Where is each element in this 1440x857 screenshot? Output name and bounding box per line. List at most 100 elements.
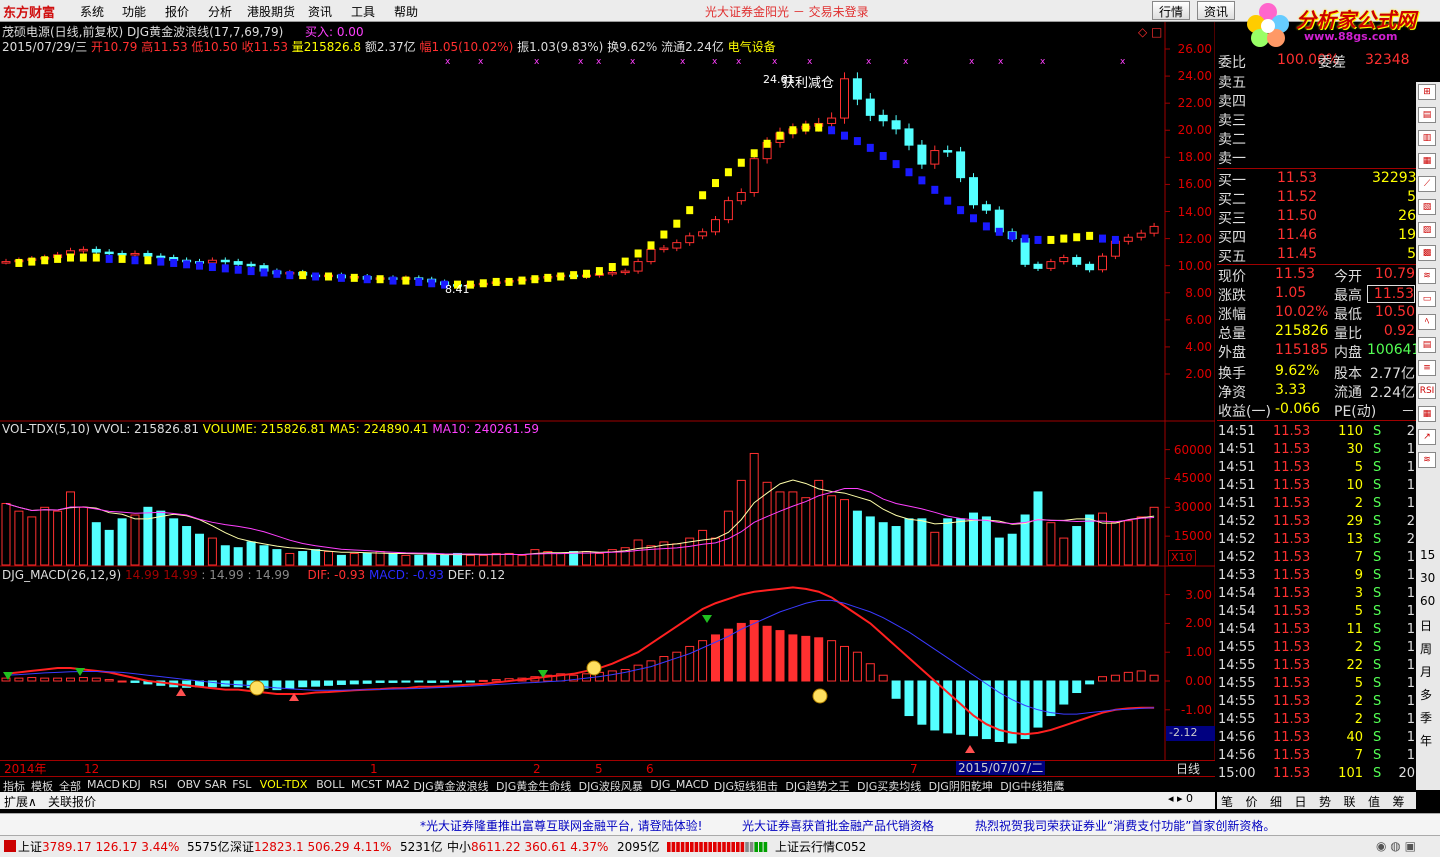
sh-label: 上证: [18, 840, 43, 854]
period-label[interactable]: 日线: [1176, 762, 1200, 776]
breadth-segment: [694, 842, 699, 852]
period-shortcut[interactable]: 日: [1420, 617, 1432, 634]
period-shortcut[interactable]: 年: [1420, 732, 1432, 749]
panel-tab[interactable]: 价: [1246, 793, 1258, 810]
tab-scroll-icon[interactable]: ◂ ▸ 0: [1168, 792, 1193, 805]
tick-volume: 29: [1346, 514, 1363, 529]
tick-time: 14:54: [1218, 622, 1256, 637]
tick-count: 1: [1406, 694, 1415, 709]
tick-side: S: [1373, 766, 1382, 781]
tool-icon[interactable]: ▨: [1418, 222, 1436, 238]
panel-tab[interactable]: 日: [1295, 793, 1307, 810]
macd-indicator-name: DJG_MACD(26,12,9): [2, 568, 122, 582]
panel-tab[interactable]: 细: [1270, 793, 1282, 810]
vol-volume: VOLUME: 215826.81: [202, 422, 326, 436]
tool-icon[interactable]: ▩: [1418, 245, 1436, 261]
indicator-tab[interactable]: SAR: [205, 778, 227, 791]
tool-icon[interactable]: ▥: [1418, 130, 1436, 146]
index-sz[interactable]: 深证12823.1 506.29 4.11%: [230, 840, 391, 854]
panel-tab[interactable]: 值: [1368, 793, 1380, 810]
index-sh[interactable]: 上证3789.17 126.17 3.44%: [18, 840, 179, 854]
panel-tab[interactable]: 筹: [1393, 793, 1405, 810]
news-ticker: *光大证券隆重推出富尊互联网金融平台, 请登陆体验! 光大证券喜获首批金融产品代…: [0, 813, 1440, 835]
price-axis-label: 4.00: [1185, 339, 1212, 354]
period-shortcut[interactable]: 季: [1420, 709, 1432, 726]
bid-row: 买三 11.50 26: [1217, 208, 1416, 227]
quote-label: 净资: [1218, 385, 1246, 401]
index-zx[interactable]: 中小8611.22 360.61 4.37%: [447, 840, 608, 854]
indicator-tab[interactable]: BOLL: [316, 778, 344, 791]
tool-icon[interactable]: ▤: [1418, 107, 1436, 123]
peak-price-label: 24.61: [763, 73, 795, 86]
ticker-msg-3[interactable]: 热烈祝贺我司荣获证券业“消费支付功能”首家创新资格。: [975, 817, 1275, 834]
status-icons[interactable]: ◉ ◍ ▣: [1376, 839, 1416, 853]
tool-icon[interactable]: ≋: [1418, 268, 1436, 284]
macd-axis-label: 3.00: [1185, 587, 1212, 602]
panel-tab[interactable]: 笔: [1221, 793, 1233, 810]
zx-value: 8611.22: [471, 840, 521, 854]
tick-time: 14:55: [1218, 694, 1256, 709]
ask-label: 卖四: [1218, 94, 1246, 110]
brand-text: 分析家公式网: [1296, 8, 1416, 32]
bid-label: 买三: [1218, 211, 1246, 227]
bid-price: 11.45: [1277, 246, 1318, 262]
quote-label: 最高: [1334, 288, 1362, 304]
quote-row: 涨幅 10.02% 最低 10.50: [1217, 304, 1416, 323]
tool-icon[interactable]: RSI: [1418, 383, 1436, 399]
tool-icon[interactable]: ≡: [1418, 360, 1436, 376]
tick-volume: 30: [1346, 442, 1363, 457]
macd-axis-label: 2.00: [1185, 616, 1212, 631]
ask-row: 卖一: [1217, 148, 1416, 167]
price-axis-label: 2.00: [1185, 367, 1212, 381]
tool-icon[interactable]: ⟋: [1418, 176, 1436, 192]
macd-dif: DIF: -0.93: [307, 568, 366, 582]
quote-value: 9.62%: [1275, 363, 1320, 379]
tick-side: S: [1373, 442, 1382, 457]
indicator-tab[interactable]: KDJ: [122, 778, 141, 791]
tool-icon[interactable]: ▦: [1418, 153, 1436, 169]
period-shortcut[interactable]: 60: [1420, 594, 1435, 608]
panel-tabs: 笔价细日势联值筹: [1217, 792, 1416, 809]
brand-url[interactable]: www.88gs.com: [1304, 30, 1397, 43]
tick-price: 11.53: [1273, 442, 1311, 457]
tick-count: 1: [1406, 712, 1415, 727]
indicator-tab[interactable]: VOL-TDX: [260, 778, 308, 791]
indicator-tab[interactable]: FSL: [232, 778, 251, 791]
bid-row: 买四 11.46 19: [1217, 227, 1416, 246]
tick-count: 1: [1406, 604, 1415, 619]
ask-row: 卖二: [1217, 129, 1416, 148]
indicator-tab[interactable]: RSI: [149, 778, 167, 791]
indicator-tab[interactable]: MACD: [87, 778, 120, 791]
tool-icon[interactable]: ▭: [1418, 291, 1436, 307]
weibi-label: 委比: [1218, 55, 1246, 71]
tool-icon[interactable]: ≋: [1418, 452, 1436, 468]
ticker-msg-2[interactable]: 光大证券喜获首批金融产品代销资格: [742, 817, 934, 834]
cloud-quote-label[interactable]: 上证云行情C052: [775, 840, 866, 854]
tool-icon[interactable]: ▧: [1418, 199, 1436, 215]
tool-icon[interactable]: ▦: [1418, 406, 1436, 422]
tick-time: 14:55: [1218, 676, 1256, 691]
ticker-msg-1[interactable]: *光大证券隆重推出富尊互联网金融平台, 请登陆体验!: [420, 817, 702, 834]
indicator-tab[interactable]: MA2: [386, 778, 410, 791]
bid-volume: 5: [1407, 246, 1416, 262]
tool-icon[interactable]: ⊞: [1418, 84, 1436, 100]
panel-tab[interactable]: 势: [1319, 793, 1331, 810]
vol-ma5: MA5: 224890.41: [329, 422, 429, 436]
tick-count: 1: [1406, 640, 1415, 655]
period-shortcut[interactable]: 周: [1420, 640, 1432, 657]
panel-tab[interactable]: 联: [1344, 793, 1356, 810]
tool-icon[interactable]: ﾍ: [1418, 314, 1436, 330]
period-shortcut[interactable]: 月: [1420, 663, 1432, 680]
tick-row: 14:55 11.53 2 S 1: [1217, 694, 1416, 712]
indicator-tab[interactable]: DJG_MACD: [650, 778, 709, 791]
indicator-tab[interactable]: OBV: [177, 778, 200, 791]
period-shortcut[interactable]: 15: [1420, 548, 1435, 562]
period-shortcut[interactable]: 30: [1420, 571, 1435, 585]
expand-button[interactable]: 扩展∧: [4, 793, 37, 810]
tick-side: S: [1373, 550, 1382, 565]
period-shortcut[interactable]: 多: [1420, 686, 1432, 703]
indicator-tab[interactable]: MCST: [351, 778, 382, 791]
related-quotes-button[interactable]: 关联报价: [48, 793, 96, 810]
tool-icon[interactable]: ↗: [1418, 429, 1436, 445]
tool-icon[interactable]: ▤: [1418, 337, 1436, 353]
